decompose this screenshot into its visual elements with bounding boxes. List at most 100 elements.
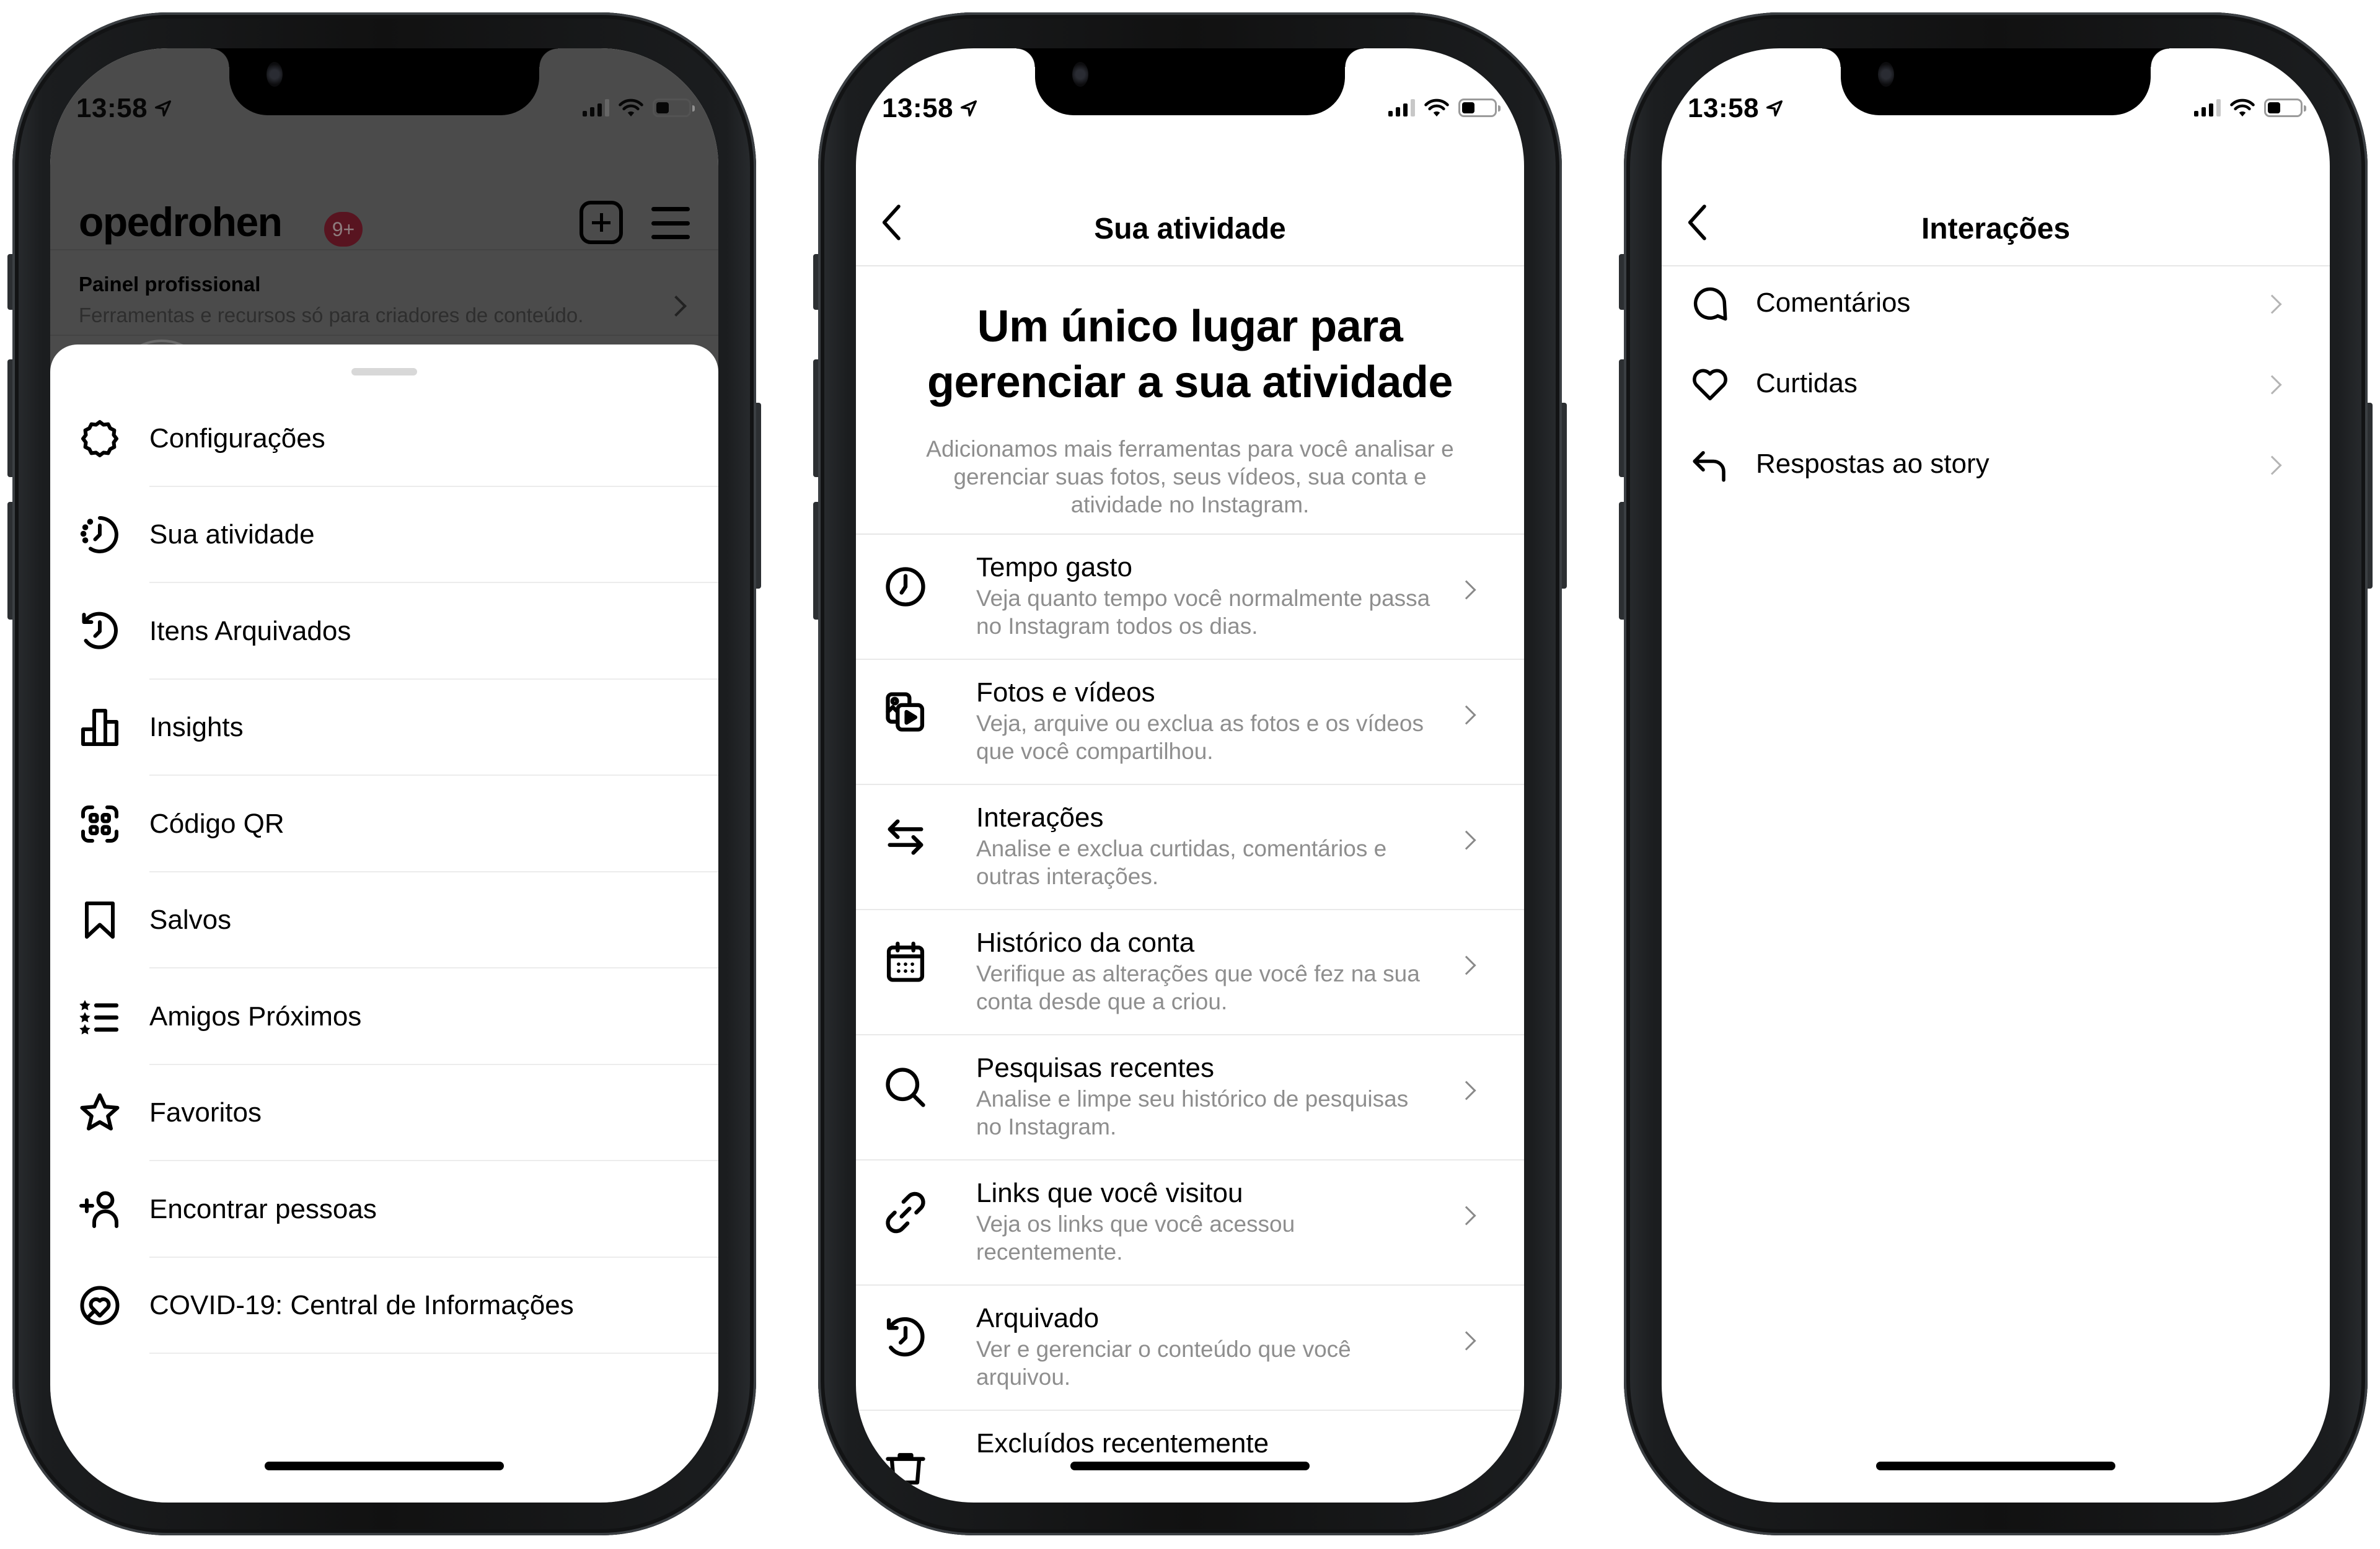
wifi-icon [1424,99,1449,116]
front-camera [1072,62,1088,87]
signal-icon [2194,99,2221,116]
home-indicator[interactable] [1876,1462,2115,1470]
activity-list: Tempo gasto Veja quanto tempo você normal… [856,535,1524,1503]
archive-history-icon [881,1313,930,1363]
trash-icon [881,1438,930,1488]
plus-square-icon[interactable] [580,201,623,244]
reply-arrow-icon [1688,442,1732,487]
divider [50,335,718,336]
item-label: Respostas ao story [1756,449,1990,479]
item-title: Excluídos recentemente [976,1428,1269,1459]
item-label: Curtidas [1756,368,1858,398]
activity-item-historico-conta[interactable]: Histórico da conta Verifique as alteraçõe… [856,910,1524,1035]
menu-item-label: Favoritos [149,1097,262,1128]
activity-item-arquivado[interactable]: Arquivado Ver e gerenciar o conteúdo que … [856,1286,1524,1411]
chevron-right-icon [1457,830,1476,850]
item-title: Links que você visitou [976,1178,1243,1208]
status-time: 13:58 [1688,93,1785,124]
chevron-right-icon [2262,294,2282,314]
activity-item-pesquisas-recentes[interactable]: Pesquisas recentes Analise e limpe seu hi… [856,1035,1524,1161]
interaction-item-comentarios[interactable]: Comentários [1662,266,2330,347]
chevron-right-icon [1457,1081,1476,1100]
menu-item-salvos[interactable]: Salvos [50,872,718,968]
screen: 13:58 Sua atividade Um único lugar para … [856,48,1524,1503]
notch [211,48,558,115]
close-friends-list-icon [76,993,123,1040]
activity-item-fotos-videos[interactable]: Fotos e vídeos Veja, arquive ou exclua as… [856,660,1524,785]
activity-item-interacoes[interactable]: Interações Analise e exclua curtidas, com… [856,785,1524,910]
menu-item-label: Encontrar pessoas [149,1193,377,1224]
activity-clock-icon [76,511,123,558]
professional-panel-subtitle: Ferramentas e recursos só para criadores… [79,304,584,327]
item-description: Veja os links que você acessou recenteme… [976,1211,1295,1265]
home-indicator[interactable] [1070,1462,1310,1470]
menu-item-codigo-qr[interactable]: Código QR [50,776,718,872]
battery-icon [653,99,695,117]
profile-header: opedrohen 9+ [79,190,690,252]
menu-item-label: Amigos Próximos [149,1001,362,1032]
menu-item-encontrar-pessoas[interactable]: Encontrar pessoas [50,1161,718,1258]
bar-chart-icon [76,704,123,751]
menu-item-label: COVID-19: Central de Informações [149,1290,574,1321]
chevron-right-icon [1457,705,1476,725]
page-title: Interações [1921,213,2071,245]
chevron-right-icon [1457,1206,1476,1226]
notification-badge: 9+ [324,212,363,247]
menu-item-configuracoes[interactable]: Configurações [50,390,718,487]
menu-item-itens-arquivados[interactable]: Itens Arquivados [50,583,718,680]
interactions-list: Comentários Curtidas Respostas ao story [1662,266,2330,508]
photos-videos-icon [881,687,930,737]
clock-icon [881,562,930,612]
heart-icon [1688,362,1732,406]
interaction-item-curtidas[interactable]: Curtidas [1662,347,2330,428]
star-icon [76,1089,123,1136]
item-title: Arquivado [976,1303,1100,1333]
nav-bar: Sua atividade [856,166,1524,266]
battery-icon [2264,99,2306,117]
interaction-item-respostas-story[interactable]: Respostas ao story [1662,428,2330,508]
home-indicator[interactable] [265,1462,504,1470]
hero-subtitle: Adicionamos mais ferramentas para você a… [926,436,1454,517]
hamburger-menu-icon[interactable] [651,207,690,239]
menu-item-insights[interactable]: Insights [50,680,718,776]
menu-bottom-sheet: Configurações Sua atividade Itens Arquiv… [50,344,718,1503]
search-icon [881,1063,930,1112]
item-description: Ver e gerenciar o conteúdo que você arqu… [976,1336,1351,1390]
notch [1822,48,2169,115]
menu-item-covid-19[interactable]: COVID-19: Central de Informações [50,1258,718,1354]
chevron-right-icon [1457,1331,1476,1351]
arrows-exchange-icon [881,812,930,862]
comment-bubble-icon [1688,281,1732,326]
hero-section: Um único lugar para gerenciar a sua ativ… [856,266,1524,535]
phone-menu-screen: 13:58 opedrohen 9+ Painel profissional F… [7,12,761,1535]
signal-icon [1388,99,1415,116]
qr-code-icon [76,801,123,848]
item-description: Analise e exclua curtidas, comentários e… [976,836,1387,889]
link-icon [881,1188,930,1237]
item-description: Analise e limpe seu histórico de pesquis… [976,1086,1409,1139]
notch [1016,48,1364,115]
chevron-right-icon [1457,955,1476,975]
menu-item-label: Itens Arquivados [149,615,351,646]
calendar-icon [881,937,930,987]
sheet-drag-handle[interactable] [351,368,417,375]
item-title: Histórico da conta [976,928,1195,958]
item-description: Veja quanto tempo você normalmente passa… [976,586,1430,639]
profile-username: opedrohen [79,199,283,245]
settings-gear-icon [76,415,123,462]
item-title: Tempo gasto [976,552,1132,582]
activity-item-excluidos-recentemente[interactable]: Excluídos recentemente [856,1411,1524,1503]
item-description: Veja, arquive ou exclua as fotos e os ví… [976,711,1424,764]
chevron-right-icon [1457,580,1476,600]
item-title: Pesquisas recentes [976,1053,1214,1083]
activity-item-tempo-gasto[interactable]: Tempo gasto Veja quanto tempo você normal… [856,535,1524,660]
professional-panel-link[interactable]: Painel profissional Ferramentas e recurs… [79,273,690,341]
menu-item-amigos-proximos[interactable]: Amigos Próximos [50,968,718,1065]
menu-item-sua-atividade[interactable]: Sua atividade [50,487,718,583]
menu-list: Configurações Sua atividade Itens Arquiv… [50,390,718,1354]
menu-item-favoritos[interactable]: Favoritos [50,1065,718,1161]
activity-item-links-visitados[interactable]: Links que você visitou Veja os links que … [856,1161,1524,1286]
item-description: Verifique as alterações que você fez na … [976,961,1420,1014]
location-arrow-icon [961,100,977,117]
wifi-icon [619,99,643,116]
